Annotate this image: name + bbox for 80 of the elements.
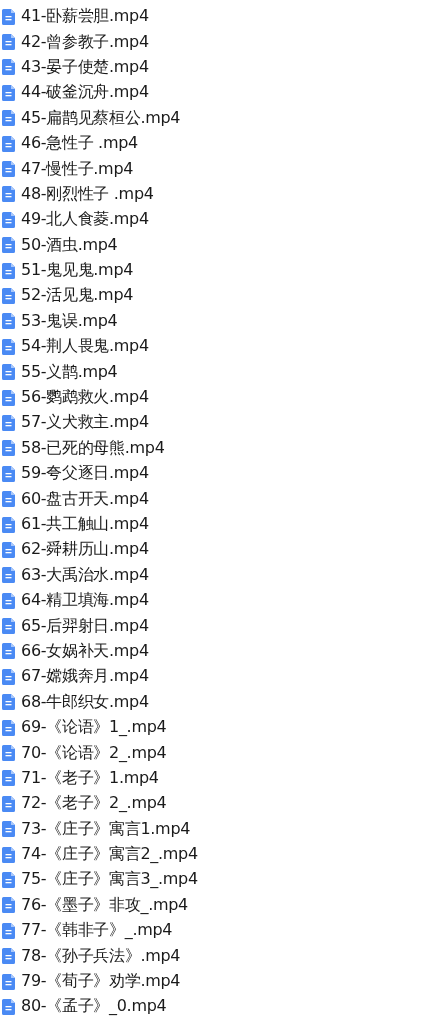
file-name[interactable]: 62-舜耕历山.mp4 — [21, 539, 149, 561]
file-name[interactable]: 63-大禹治水.mp4 — [21, 564, 149, 586]
file-name[interactable]: 48-刚烈性子 .mp4 — [21, 183, 154, 205]
document-icon — [2, 34, 15, 51]
file-name[interactable]: 51-鬼见鬼.mp4 — [21, 260, 134, 282]
document-icon — [2, 364, 15, 381]
file-name[interactable]: 46-急性子 .mp4 — [21, 133, 138, 155]
file-name[interactable]: 75-《庄子》寓言3_.mp4 — [21, 869, 198, 891]
document-icon — [2, 871, 15, 888]
document-icon — [2, 795, 15, 812]
file-name[interactable]: 59-夸父逐日.mp4 — [21, 463, 149, 485]
document-icon — [2, 237, 15, 254]
file-name[interactable]: 54-荆人畏鬼.mp4 — [21, 336, 149, 358]
document-icon — [2, 719, 15, 736]
document-icon — [2, 110, 15, 127]
file-name[interactable]: 41-卧薪尝胆.mp4 — [21, 6, 149, 28]
file-name[interactable]: 71-《老子》1.mp4 — [21, 767, 159, 789]
document-icon — [2, 161, 15, 178]
document-icon — [2, 211, 15, 228]
document-icon — [2, 922, 15, 939]
file-name[interactable]: 78-《孙子兵法》.mp4 — [21, 945, 181, 967]
document-icon — [2, 541, 15, 558]
file-name[interactable]: 42-曾参教子.mp4 — [21, 31, 149, 53]
document-icon — [2, 694, 15, 711]
document-icon — [2, 262, 15, 279]
file-name[interactable]: 55-义鹊.mp4 — [21, 361, 118, 383]
document-icon — [2, 618, 15, 635]
document-icon — [2, 440, 15, 457]
file-name[interactable]: 45-扁鹊见蔡桓公.mp4 — [21, 107, 181, 129]
file-name[interactable]: 57-义犬救主.mp4 — [21, 412, 149, 434]
file-name[interactable]: 70-《论语》2_.mp4 — [21, 742, 167, 764]
file-name[interactable]: 80-《孟子》_0.mp4 — [21, 996, 167, 1018]
document-icon — [2, 643, 15, 660]
document-icon — [2, 313, 15, 330]
document-icon — [2, 516, 15, 533]
document-icon — [2, 897, 15, 914]
document-icon — [2, 948, 15, 965]
file-name[interactable]: 58-已死的母熊.mp4 — [21, 437, 165, 459]
document-icon — [2, 389, 15, 406]
file-name[interactable]: 74-《庄子》寓言2_.mp4 — [21, 844, 198, 866]
file-name[interactable]: 60-盘古开天.mp4 — [21, 488, 149, 510]
document-icon — [2, 465, 15, 482]
file-name[interactable]: 72-《老子》2_.mp4 — [21, 793, 167, 815]
file-name[interactable]: 67-嫦娥奔月.mp4 — [21, 666, 149, 688]
file-name[interactable]: 44-破釜沉舟.mp4 — [21, 82, 149, 104]
file-name[interactable]: 64-精卫填海.mp4 — [21, 590, 149, 612]
file-name[interactable]: 69-《论语》1_.mp4 — [21, 717, 167, 739]
file-name[interactable]: 73-《庄子》寓言1.mp4 — [21, 818, 191, 840]
document-icon — [2, 846, 15, 863]
document-icon — [2, 135, 15, 152]
document-icon — [2, 745, 15, 761]
document-icon — [2, 414, 15, 431]
file-name[interactable]: 56-鹦鹉救火.mp4 — [21, 387, 149, 409]
file-name[interactable]: 76-《墨子》非攻_.mp4 — [21, 894, 188, 916]
document-icon — [2, 973, 15, 990]
file-name[interactable]: 68-牛郎织女.mp4 — [21, 691, 149, 713]
document-icon — [2, 338, 15, 355]
document-icon — [2, 998, 15, 1015]
file-name[interactable]: 79-《荀子》劝学.mp4 — [21, 971, 181, 993]
file-name[interactable]: 66-女娲补天.mp4 — [21, 640, 149, 662]
document-icon — [2, 59, 15, 76]
file-name[interactable]: 65-后羿射日.mp4 — [21, 615, 149, 637]
document-icon — [2, 186, 15, 203]
file-name[interactable]: 53-鬼误.mp4 — [21, 310, 118, 332]
document-icon — [2, 84, 15, 101]
document-icon — [2, 668, 15, 685]
file-name[interactable]: 50-酒虫.mp4 — [21, 234, 118, 256]
document-icon — [2, 567, 15, 584]
file-name[interactable]: 43-晏子使楚.mp4 — [21, 56, 149, 78]
document-icon — [2, 491, 15, 508]
document-icon — [2, 8, 15, 25]
document-icon — [2, 288, 15, 304]
file-name[interactable]: 49-北人食菱.mp4 — [21, 209, 149, 231]
file-name[interactable]: 61-共工触山.mp4 — [21, 514, 149, 535]
document-icon — [2, 821, 15, 838]
file-name[interactable]: 52-活见鬼.mp4 — [21, 285, 134, 307]
file-name[interactable]: 77-《韩非子》_.mp4 — [21, 920, 173, 942]
document-icon — [2, 592, 15, 609]
document-icon — [2, 770, 15, 787]
file-name[interactable]: 47-慢性子.mp4 — [21, 158, 134, 180]
